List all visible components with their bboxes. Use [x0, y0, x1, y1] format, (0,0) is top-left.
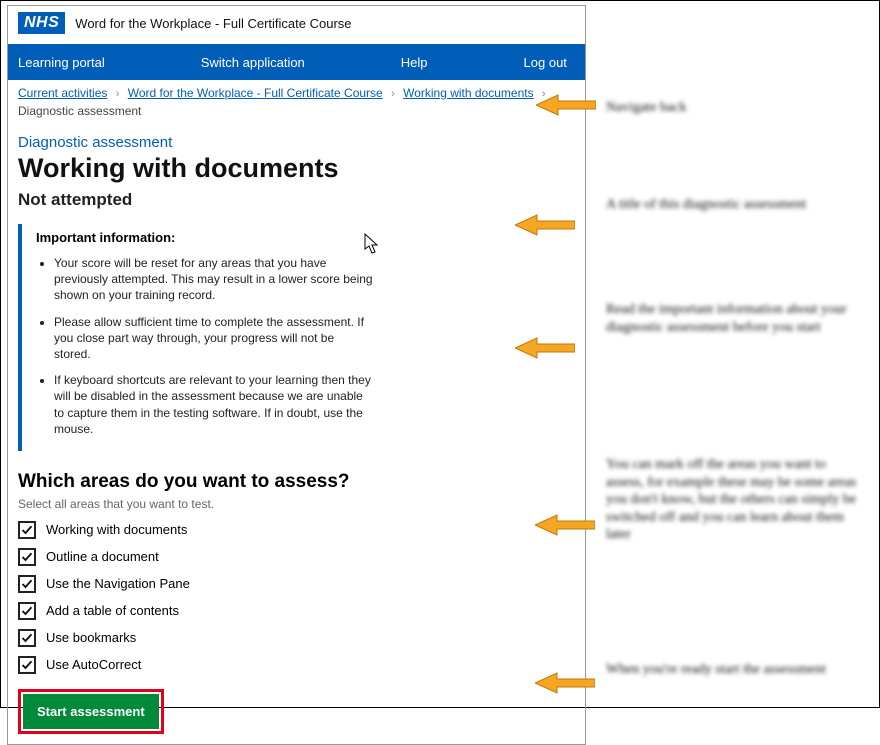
area-row: Working with documents [18, 521, 575, 539]
annotation-text: Navigate back [606, 99, 686, 117]
chevron-right-icon: › [391, 88, 395, 100]
breadcrumb: Current activities › Word for the Workpl… [8, 80, 585, 120]
page-title: Working with documents [18, 153, 575, 184]
page-kicker: Diagnostic assessment [18, 134, 575, 151]
breadcrumb-current: Diagnostic assessment [18, 104, 575, 118]
areas-heading: Which areas do you want to assess? [18, 471, 575, 493]
area-checkbox[interactable] [18, 548, 36, 566]
nav-switch-application[interactable]: Switch application [201, 55, 305, 70]
annotation-text: A title of this diagnostic assessment [606, 196, 806, 214]
area-label: Working with documents [46, 522, 187, 537]
annotation-text: When you're ready start the assessment [606, 661, 826, 679]
breadcrumb-link-current-activities[interactable]: Current activities [18, 86, 107, 100]
breadcrumb-link-section[interactable]: Working with documents [403, 86, 534, 100]
area-row: Outline a document [18, 548, 575, 566]
info-bullet: Please allow sufficient time to complete… [54, 314, 374, 363]
annotation-text: You can mark off the areas you want to a… [606, 456, 866, 544]
area-label: Add a table of contents [46, 603, 179, 618]
area-checkbox[interactable] [18, 521, 36, 539]
course-title: Word for the Workplace - Full Certificat… [75, 16, 351, 31]
area-label: Use AutoCorrect [46, 657, 141, 672]
area-checkbox[interactable] [18, 656, 36, 674]
area-checkbox[interactable] [18, 575, 36, 593]
nav-log-out[interactable]: Log out [524, 55, 567, 70]
area-label: Outline a document [46, 549, 159, 564]
area-checkbox[interactable] [18, 629, 36, 647]
status-text: Not attempted [18, 190, 575, 210]
start-button-highlight: Start assessment [18, 689, 164, 734]
info-heading: Important information: [36, 230, 374, 245]
areas-list: Working with documents Outline a document… [18, 521, 575, 674]
chevron-right-icon: › [116, 88, 120, 100]
area-row: Add a table of contents [18, 602, 575, 620]
nav-help[interactable]: Help [401, 55, 428, 70]
annotation-text: Read the important information about you… [606, 301, 866, 336]
app-window: NHS Word for the Workplace - Full Certif… [7, 5, 586, 745]
app-header: NHS Word for the Workplace - Full Certif… [8, 6, 585, 44]
main-content: Diagnostic assessment Working with docum… [8, 120, 585, 744]
breadcrumb-link-course[interactable]: Word for the Workplace - Full Certificat… [128, 86, 383, 100]
info-bullet-list: Your score will be reset for any areas t… [36, 255, 374, 437]
start-assessment-button[interactable]: Start assessment [23, 694, 159, 729]
important-information-box: Important information: Your score will b… [18, 224, 388, 451]
area-row: Use bookmarks [18, 629, 575, 647]
info-bullet: Your score will be reset for any areas t… [54, 255, 374, 304]
area-label: Use the Navigation Pane [46, 576, 190, 591]
info-bullet: If keyboard shortcuts are relevant to yo… [54, 372, 374, 437]
area-label: Use bookmarks [46, 630, 136, 645]
chevron-right-icon: › [542, 88, 546, 100]
area-row: Use AutoCorrect [18, 656, 575, 674]
area-checkbox[interactable] [18, 602, 36, 620]
navbar: Learning portal Switch application Help … [8, 44, 585, 80]
nav-learning-portal[interactable]: Learning portal [18, 55, 105, 70]
areas-hint: Select all areas that you want to test. [18, 497, 575, 511]
area-row: Use the Navigation Pane [18, 575, 575, 593]
nhs-logo: NHS [18, 12, 65, 34]
